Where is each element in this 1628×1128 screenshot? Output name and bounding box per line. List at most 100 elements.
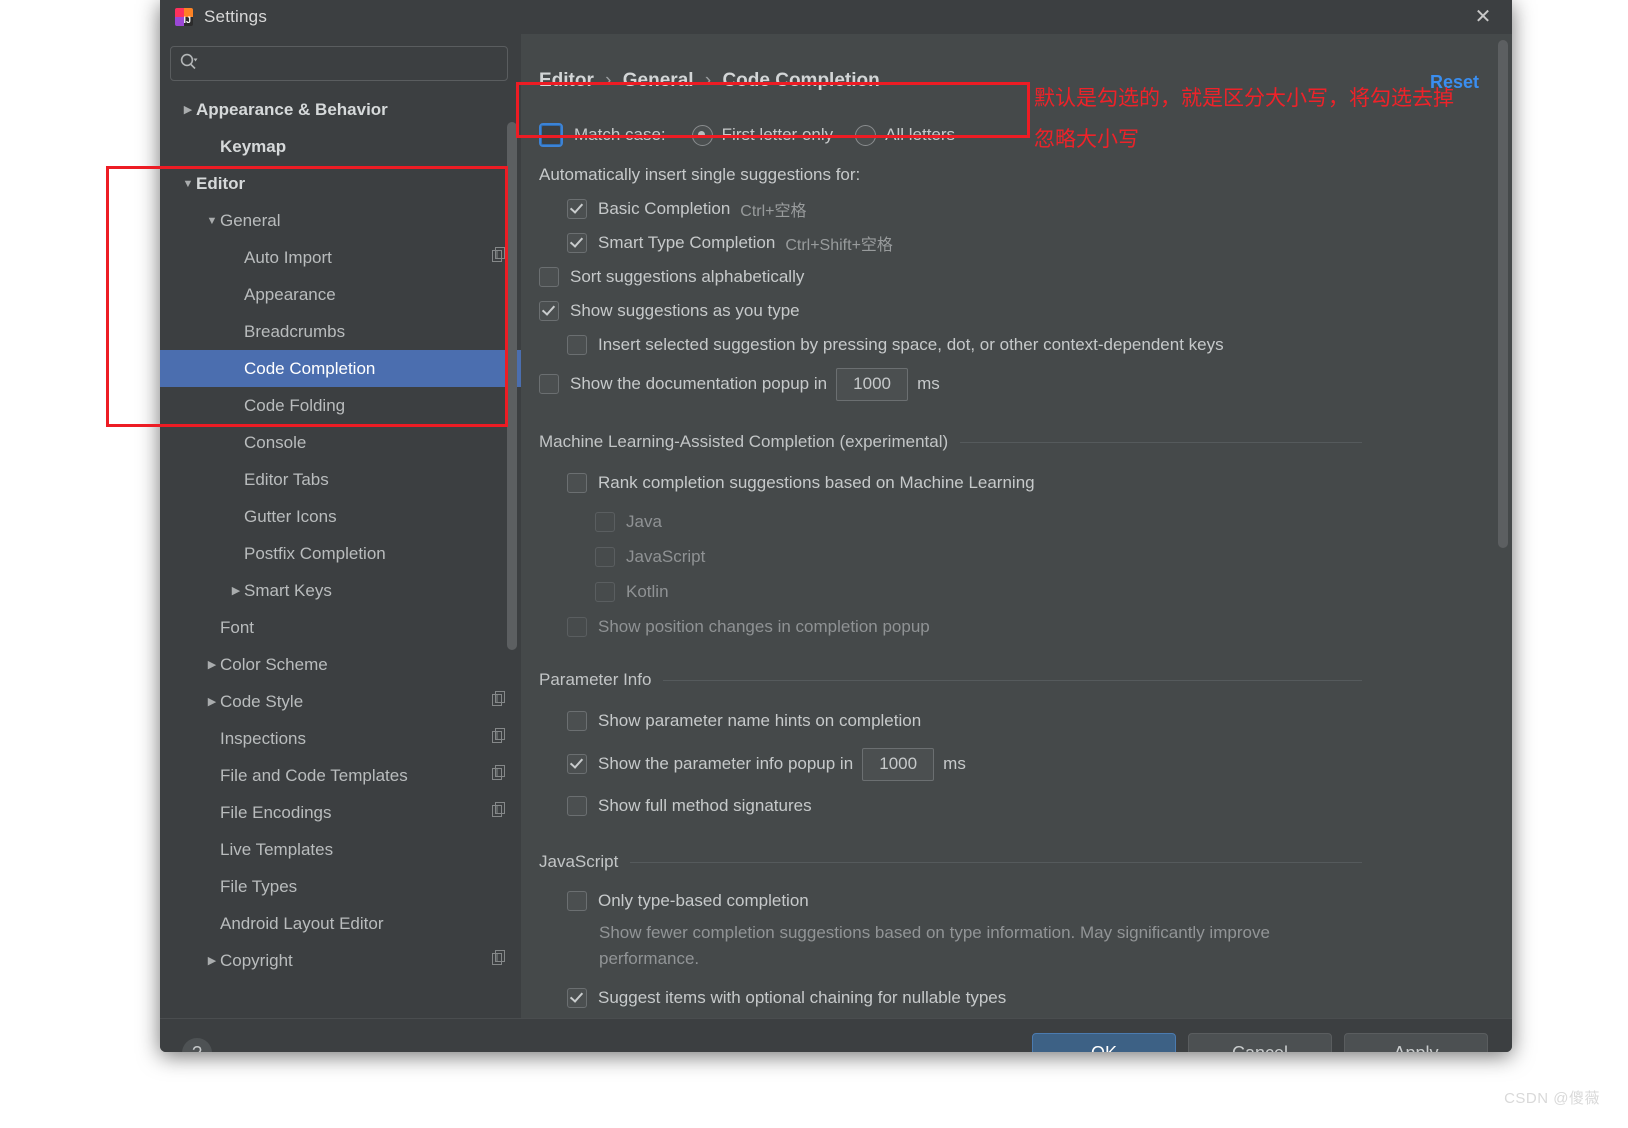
settings-sidebar: ▶Appearance & Behavior▶Keymap▼Editor▼Gen… — [160, 34, 521, 1018]
first-letter-only-radio[interactable] — [691, 124, 713, 146]
main-scrollbar-thumb[interactable] — [1498, 40, 1508, 548]
chevron-right-icon[interactable]: ▶ — [204, 695, 220, 708]
sidebar-item-editor[interactable]: ▼ Editor — [160, 165, 521, 202]
optional-chaining-checkbox[interactable] — [567, 988, 587, 1008]
copy-settings-icon[interactable] — [492, 691, 507, 712]
sidebar-item-breadcrumbs[interactable]: ▶Breadcrumbs — [160, 313, 521, 350]
sidebar-item-general[interactable]: ▼ General — [160, 202, 521, 239]
sidebar-item-label: Color Scheme — [220, 654, 328, 674]
sidebar-item-color-scheme[interactable]: ▶ Color Scheme — [160, 646, 521, 683]
chevron-right-icon[interactable]: ▶ — [180, 103, 196, 116]
ok-button[interactable]: OK — [1032, 1033, 1176, 1052]
sidebar-item-label: Live Templates — [220, 839, 334, 859]
sidebar-item-smart-keys[interactable]: ▶ Smart Keys — [160, 572, 521, 609]
copy-settings-icon[interactable] — [492, 728, 507, 749]
only-type-based-label: Only type-based completion — [598, 891, 809, 910]
sidebar-item-code-style[interactable]: ▶ Code Style — [160, 683, 521, 720]
breadcrumb-separator-2: › — [704, 70, 712, 91]
javascript-section-title: JavaScript — [539, 852, 619, 871]
parameter-popup-checkbox[interactable] — [567, 754, 587, 774]
breadcrumb-part-general[interactable]: General — [623, 70, 694, 91]
sidebar-item-label: Console — [244, 432, 307, 452]
sidebar-item-appearance[interactable]: ▶Appearance — [160, 276, 521, 313]
insert-selected-suggestion-label: Insert selected suggestion by pressing s… — [598, 335, 1224, 354]
sidebar-item-code-folding[interactable]: ▶Code Folding — [160, 387, 521, 424]
sidebar-item-file-and-code-templates[interactable]: ▶File and Code Templates — [160, 757, 521, 794]
copy-settings-icon[interactable] — [492, 950, 507, 971]
chevron-down-icon[interactable]: ▼ — [180, 178, 196, 190]
copy-settings-icon[interactable] — [492, 765, 507, 786]
show-position-changes-checkbox[interactable] — [567, 616, 587, 637]
basic-completion-row: Basic Completion Ctrl+空格 — [521, 192, 1512, 226]
sidebar-item-label: Smart Keys — [244, 580, 332, 600]
chevron-right-icon[interactable]: ▶ — [204, 658, 220, 671]
full-method-signatures-checkbox[interactable] — [567, 796, 587, 816]
sidebar-item-label: File and Code Templates — [220, 765, 408, 785]
ml-kotlin-checkbox[interactable] — [595, 581, 615, 602]
sidebar-scrollbar[interactable] — [507, 34, 517, 1018]
basic-completion-checkbox[interactable] — [567, 199, 587, 219]
smart-type-completion-checkbox[interactable] — [567, 233, 587, 253]
documentation-popup-delay-input[interactable]: 1000 — [836, 367, 909, 401]
sidebar-item-copyright[interactable]: ▶ Copyright — [160, 942, 521, 979]
match-case-checkbox[interactable] — [539, 123, 563, 147]
copy-settings-icon[interactable] — [492, 247, 507, 268]
help-icon[interactable]: ? — [182, 1038, 212, 1052]
sort-suggestions-row: Sort suggestions alphabetically — [521, 260, 1512, 294]
settings-body: Match case: First letter only All letter… — [521, 112, 1512, 1018]
parameter-hints-checkbox[interactable] — [567, 711, 587, 731]
search-box[interactable] — [170, 46, 508, 81]
only-type-based-description: Show fewer completion suggestions based … — [599, 923, 1270, 968]
sidebar-item-appearance-behavior[interactable]: ▶ Appearance & Behavior — [160, 91, 521, 128]
sidebar-scrollbar-thumb[interactable] — [507, 122, 517, 650]
ml-kotlin-label: Kotlin — [626, 581, 669, 601]
basic-completion-label: Basic Completion — [598, 199, 731, 218]
sidebar-item-android-layout-editor[interactable]: ▶Android Layout Editor — [160, 905, 521, 942]
documentation-popup-checkbox[interactable] — [539, 374, 559, 394]
close-icon[interactable]: ✕ — [1462, 2, 1504, 32]
sidebar-item-auto-import[interactable]: ▶Auto Import — [160, 239, 521, 276]
sort-suggestions-checkbox[interactable] — [539, 267, 559, 287]
intellij-idea-logo-icon: IJ — [174, 7, 194, 27]
parameter-popup-delay-input[interactable]: 1000 — [862, 747, 935, 781]
sidebar-item-gutter-icons[interactable]: ▶Gutter Icons — [160, 498, 521, 535]
main-scrollbar[interactable] — [1498, 40, 1508, 1012]
breadcrumb-separator-1: › — [605, 70, 612, 91]
chevron-right-icon[interactable]: ▶ — [204, 954, 220, 967]
sidebar-item-file-encodings[interactable]: ▶File Encodings — [160, 794, 521, 831]
cancel-button[interactable]: Cancel — [1188, 1033, 1332, 1052]
apply-button[interactable]: Apply — [1344, 1033, 1488, 1052]
sidebar-item-inspections[interactable]: ▶Inspections — [160, 720, 521, 757]
ml-java-label: Java — [626, 511, 662, 531]
insert-selected-suggestion-checkbox[interactable] — [567, 335, 587, 355]
search-input[interactable] — [199, 54, 499, 73]
settings-tree[interactable]: ▶Appearance & Behavior▶Keymap▼Editor▼Gen… — [160, 91, 521, 1018]
sidebar-item-label: Appearance & Behavior — [196, 99, 388, 119]
smart-type-completion-shortcut: Ctrl+Shift+空格 — [785, 237, 893, 254]
copy-settings-icon[interactable] — [492, 802, 507, 823]
rank-ml-label: Rank completion suggestions based on Mac… — [598, 473, 1035, 492]
only-type-based-checkbox[interactable] — [567, 891, 587, 911]
settings-main-panel: Editor › General › Code Completion Reset… — [521, 34, 1512, 1018]
full-method-signatures-row: Show full method signatures — [521, 786, 1512, 826]
sidebar-item-file-types[interactable]: ▶File Types — [160, 868, 521, 905]
ml-section-divider — [960, 441, 1362, 443]
sidebar-item-live-templates[interactable]: ▶Live Templates — [160, 831, 521, 868]
sidebar-item-font[interactable]: ▶Font — [160, 609, 521, 646]
show-suggestions-checkbox[interactable] — [539, 301, 559, 321]
all-letters-radio[interactable] — [855, 124, 877, 146]
ml-java-checkbox[interactable] — [595, 511, 615, 532]
rank-ml-checkbox[interactable] — [567, 473, 587, 493]
sidebar-item-code-completion[interactable]: ▶Code Completion — [160, 350, 521, 387]
chevron-down-icon[interactable]: ▼ — [204, 215, 220, 227]
sidebar-item-postfix-completion[interactable]: ▶Postfix Completion — [160, 535, 521, 572]
sidebar-item-console[interactable]: ▶Console — [160, 424, 521, 461]
sidebar-item-keymap[interactable]: ▶Keymap — [160, 128, 521, 165]
chevron-right-icon[interactable]: ▶ — [228, 584, 244, 597]
reset-link[interactable]: Reset — [1430, 72, 1479, 93]
parameter-popup-unit: ms — [943, 754, 966, 773]
sidebar-item-editor-tabs[interactable]: ▶Editor Tabs — [160, 461, 521, 498]
ml-javascript-checkbox[interactable] — [595, 546, 615, 567]
sidebar-item-label: Inspections — [220, 728, 306, 748]
breadcrumb-part-editor[interactable]: Editor — [539, 70, 594, 91]
